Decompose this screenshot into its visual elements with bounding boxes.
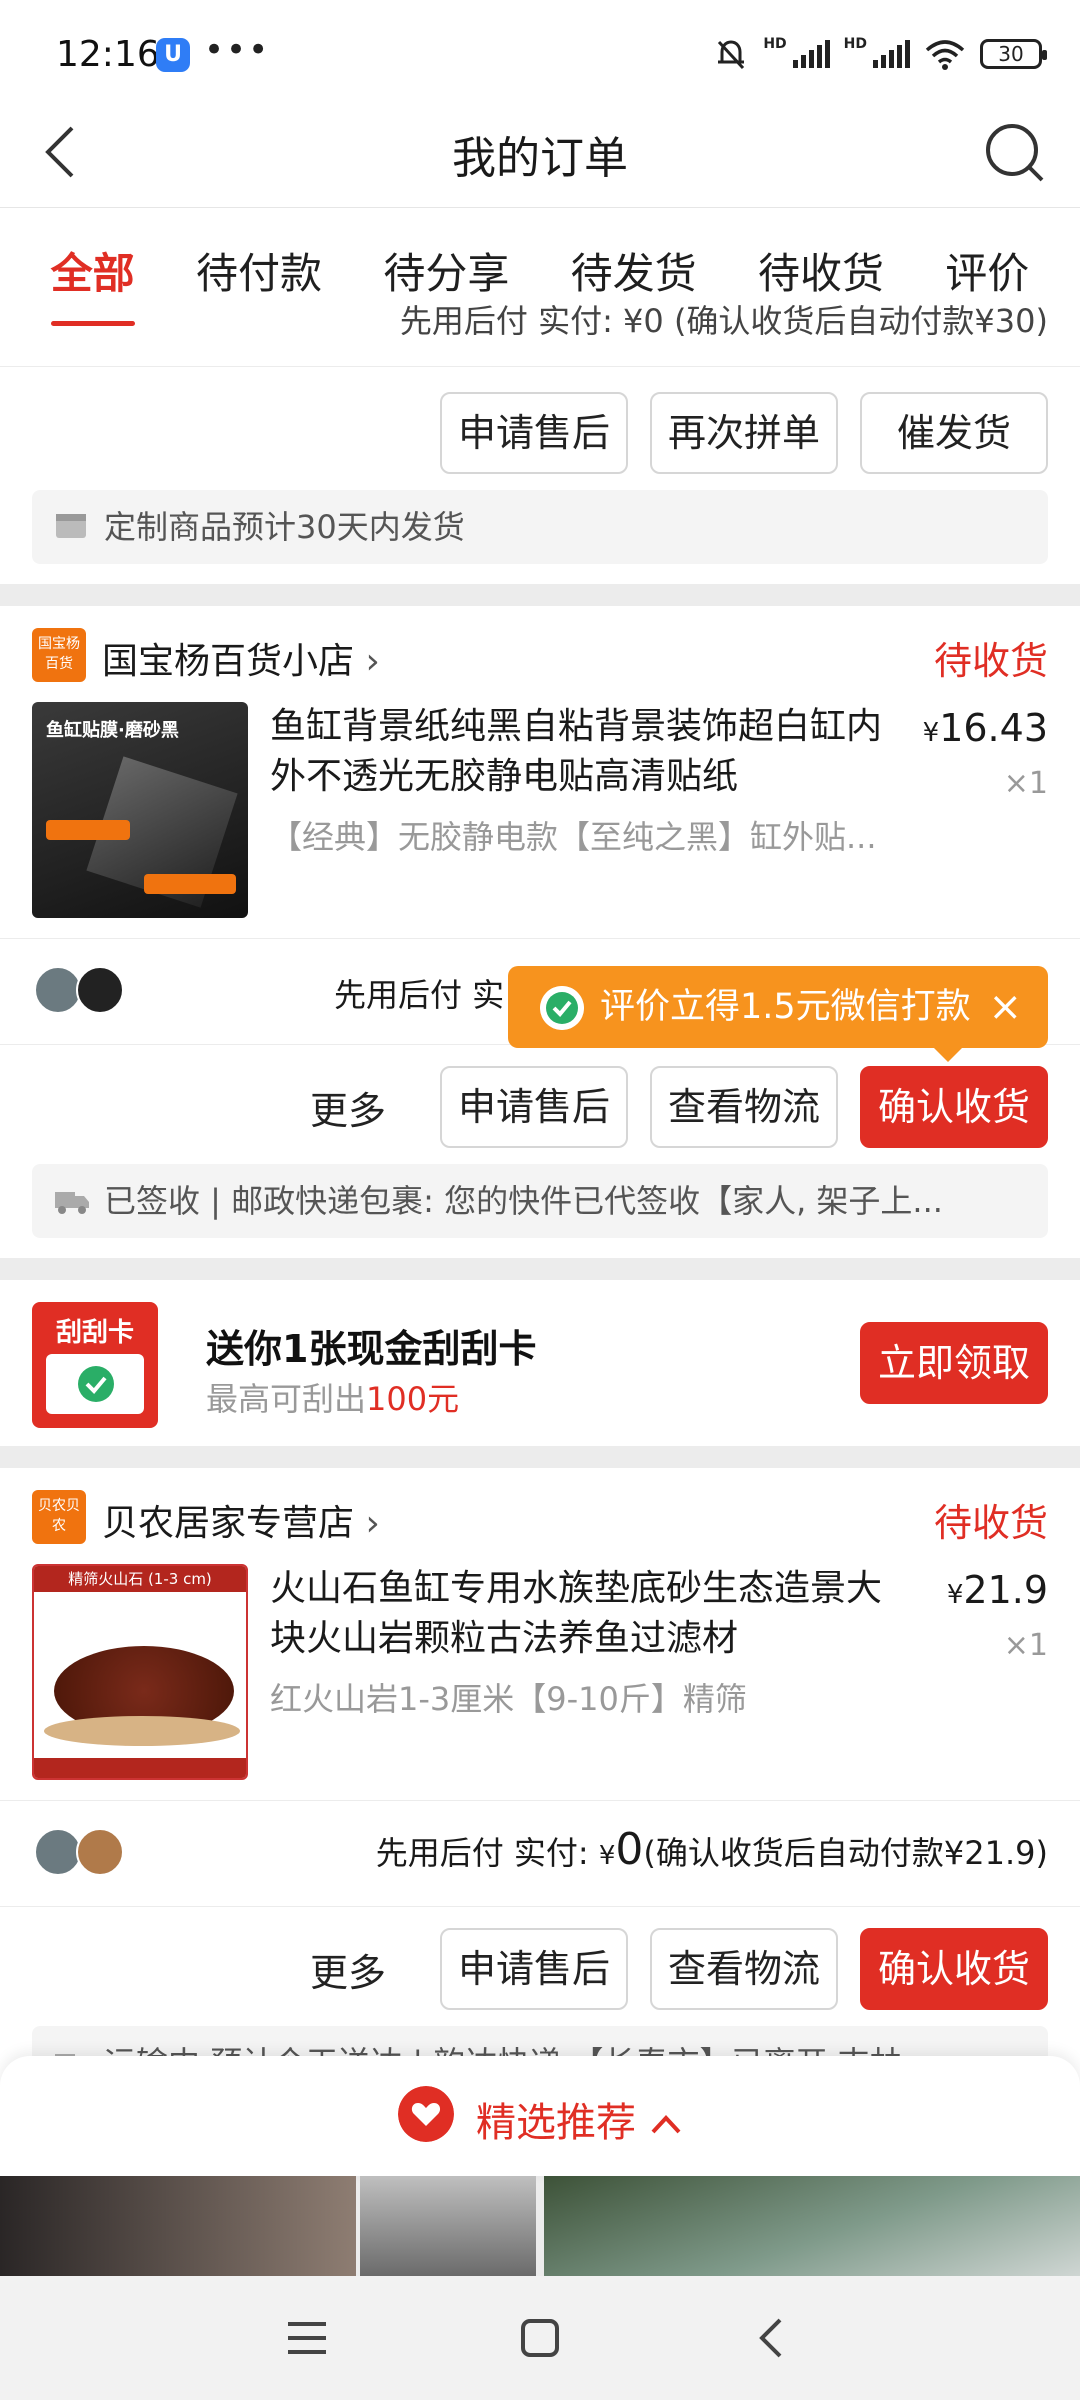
track-logistics-button[interactable]: 查看物流 xyxy=(650,1928,838,2010)
back-icon[interactable] xyxy=(756,2316,786,2360)
search-icon[interactable] xyxy=(980,118,1050,188)
thumb-caption: 鱼缸贴膜·磨砂黑 xyxy=(46,720,179,741)
pay-summary: 先用后付 实付: ¥0(确认收货后自动付款¥21.9) xyxy=(375,1824,1048,1875)
hd-label-1: HD xyxy=(763,36,787,52)
track-logistics-button[interactable]: 查看物流 xyxy=(650,1066,838,1148)
urge-shipment-button[interactable]: 催发货 xyxy=(860,392,1048,474)
truck-icon xyxy=(55,1192,89,1214)
shipping-notice-text: 定制商品预计30天内发货 xyxy=(104,508,465,546)
recommend-image-2[interactable] xyxy=(360,2176,536,2276)
product-title[interactable]: 鱼缸背景纸纯黑自粘背景装饰超白缸内外不透光无胶静电贴高清贴纸 xyxy=(270,702,910,802)
hd-label-2: HD xyxy=(843,36,867,52)
pay-summary: 先用后付 实 xyxy=(334,976,505,1014)
more-button[interactable]: 更多 xyxy=(310,1942,386,1997)
calendar-truck-icon xyxy=(56,514,86,538)
buyer-avatars xyxy=(34,1828,124,1876)
recommend-image-1[interactable] xyxy=(0,2176,356,2276)
home-icon[interactable] xyxy=(520,2318,560,2358)
product-title[interactable]: 火山石鱼缸专用水族垫底砂生态造景大块火山岩颗粒古法养鱼过滤材 xyxy=(270,1564,910,1664)
mute-bell-icon xyxy=(718,40,745,70)
chevron-right-icon: › xyxy=(365,1503,380,1544)
review-reward-tooltip[interactable]: 评价立得1.5元微信打款 × xyxy=(508,966,1048,1062)
wechat-pay-icon xyxy=(540,986,584,1030)
page-title: 我的订单 xyxy=(452,133,628,184)
battery-icon: 30 xyxy=(980,39,1047,69)
more-notifications-icon: ••• xyxy=(204,30,271,70)
shop-name-link[interactable]: 贝农居家专营店 › xyxy=(102,1494,380,1546)
product-thumbnail[interactable]: 精筛火山石 (1-3 cm) xyxy=(32,1564,248,1780)
avatar xyxy=(76,1828,124,1876)
shipping-notice: 定制商品预计30天内发货 xyxy=(32,490,1048,564)
close-icon[interactable]: × xyxy=(988,966,1022,1048)
reorder-button[interactable]: 再次拼单 xyxy=(650,392,838,474)
more-button[interactable]: 更多 xyxy=(310,1080,386,1135)
product-price: ¥21.9 xyxy=(946,1568,1048,1612)
product-price: ¥16.43 xyxy=(922,706,1048,750)
tab-all[interactable]: 全部 xyxy=(50,208,135,326)
shop-logo: 国宝杨百货 xyxy=(32,628,86,682)
after-sale-button[interactable]: 申请售后 xyxy=(440,392,628,474)
recommend-panel[interactable]: 精选推荐 xyxy=(0,2056,1080,2176)
recommend-image-3[interactable] xyxy=(544,2176,1080,2276)
buyer-avatars xyxy=(34,966,124,1014)
status-time: 12:16 xyxy=(56,34,160,75)
system-nav-bar xyxy=(0,2276,1080,2400)
avatar xyxy=(76,966,124,1014)
after-sale-button[interactable]: 申请售后 xyxy=(440,1066,628,1148)
confirm-receipt-button[interactable]: 确认收货 xyxy=(860,1066,1048,1148)
chevron-right-icon: › xyxy=(365,641,380,682)
claim-now-button[interactable]: 立即领取 xyxy=(860,1322,1048,1404)
tooltip-text: 评价立得1.5元微信打款 xyxy=(600,987,971,1027)
heart-icon xyxy=(398,2086,454,2142)
nav-bar: 我的订单 xyxy=(0,100,1080,208)
thumb-caption: 精筛火山石 (1-3 cm) xyxy=(34,1566,246,1592)
wechat-check-icon xyxy=(78,1366,114,1402)
recommend-label: 精选推荐 xyxy=(476,2090,683,2148)
confirm-receipt-button[interactable]: 确认收货 xyxy=(860,1928,1048,2010)
product-spec: 【经典】无胶静电款【至纯之黑】缸外贴... xyxy=(270,818,877,856)
signal-icon-2 xyxy=(873,40,910,68)
wifi-icon xyxy=(925,40,965,70)
promo-title: 送你1张现金刮刮卡 xyxy=(206,1327,537,1371)
menu-icon[interactable] xyxy=(286,2320,328,2356)
order-status: 待收货 xyxy=(933,639,1048,683)
order-card-1[interactable]: 国宝杨百货 国宝杨百货小店 › 待收货 鱼缸贴膜·磨砂黑 鱼缸背景纸纯黑自粘背景… xyxy=(0,606,1080,1258)
promo-subtitle: 最高可刮出100元 xyxy=(206,1380,460,1418)
order-card-2[interactable]: 贝农贝农 贝农居家专营店 › 待收货 精筛火山石 (1-3 cm) 火山石鱼缸专… xyxy=(0,1468,1080,2108)
tab-pending-payment[interactable]: 待付款 xyxy=(196,208,322,326)
logistics-notice-text: 已签收 | 邮政快递包裹: 您的快件已代签收【家人, 架子上... xyxy=(104,1182,943,1220)
order-status: 待收货 xyxy=(933,1501,1048,1545)
avatar xyxy=(34,1828,82,1876)
product-quantity: ×1 xyxy=(1003,1628,1048,1663)
order-card-partial: 先用后付 实付: ¥0 (确认收货后自动付款¥30) 申请售后 再次拼单 催发货… xyxy=(0,302,1080,584)
shop-logo: 贝农贝农 xyxy=(32,1490,86,1544)
product-thumbnail[interactable]: 鱼缸贴膜·磨砂黑 xyxy=(32,702,248,918)
shop-name-link[interactable]: 国宝杨百货小店 › xyxy=(102,632,380,684)
status-icons: HD HD 30 xyxy=(713,36,1047,72)
after-sale-button[interactable]: 申请售后 xyxy=(440,1928,628,2010)
status-bar: 12:16 U ••• HD HD 30 xyxy=(0,0,1080,100)
logistics-notice[interactable]: 已签收 | 邮政快递包裹: 您的快件已代签收【家人, 架子上... xyxy=(32,1164,1048,1238)
product-spec: 红火山岩1-3厘米【9-10斤】精筛 xyxy=(270,1680,747,1718)
avatar xyxy=(34,966,82,1014)
scratch-card-badge: 刮刮卡 xyxy=(32,1302,158,1428)
chevron-up-icon xyxy=(651,2115,681,2134)
scratch-card-promo: 刮刮卡 送你1张现金刮刮卡 最高可刮出100元 立即领取 xyxy=(0,1280,1080,1446)
signal-icon-1 xyxy=(792,40,830,68)
pay-summary-partial: 先用后付 实付: ¥0 (确认收货后自动付款¥30) xyxy=(399,302,1048,340)
app-notification-icon: U xyxy=(156,38,190,72)
product-quantity: ×1 xyxy=(1003,766,1048,801)
